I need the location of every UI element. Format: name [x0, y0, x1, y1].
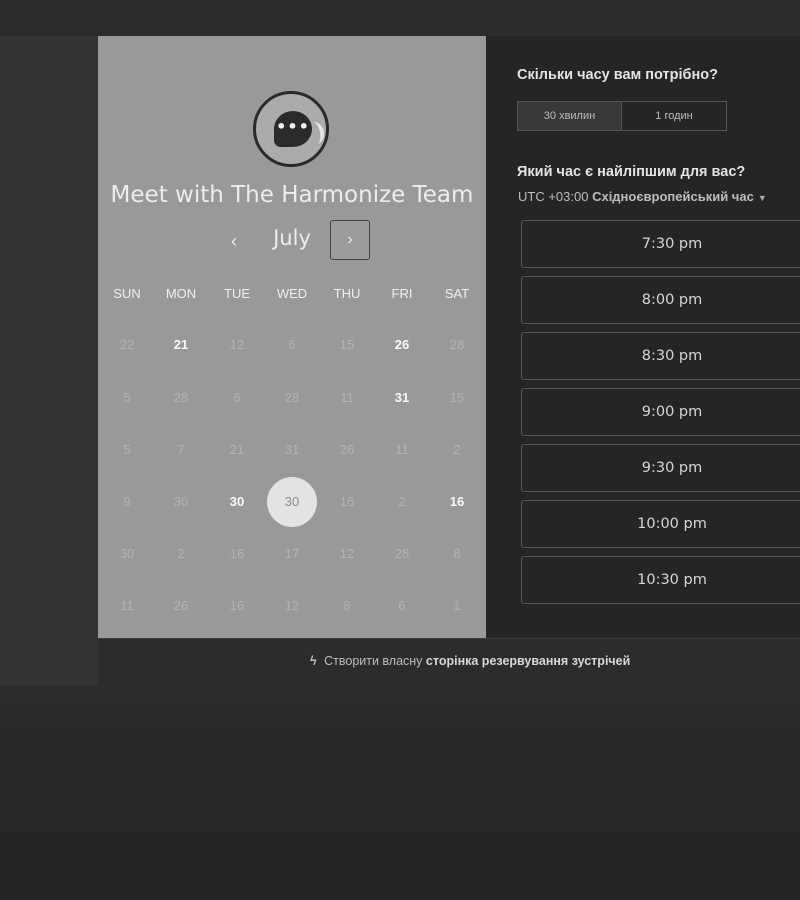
time-slot-button[interactable]: 7:30 pm: [521, 220, 800, 268]
available-day[interactable]: 31: [377, 373, 427, 423]
unavailable-day: 11: [340, 390, 354, 405]
unavailable-day: 1: [453, 598, 461, 613]
timezone-offset: UTC +03:00: [518, 189, 589, 204]
time-slot-label: 8:00 pm: [641, 292, 703, 308]
page-backdrop-bottom: [0, 686, 800, 900]
footer-text: ϟ Створити власну сторінка резервування …: [310, 654, 630, 668]
time-slot-label: 10:30 pm: [637, 572, 707, 588]
calendar-panel: ••• Meet with The Harmonize Team ‹ July …: [98, 36, 486, 638]
weekday-header: SUN: [113, 286, 141, 301]
time-slot-button[interactable]: 9:00 pm: [521, 388, 800, 436]
chevron-left-icon[interactable]: ‹: [222, 227, 246, 255]
unavailable-day: 12: [339, 546, 355, 561]
unavailable-day: 6: [398, 598, 406, 613]
ellipsis-icon: •••: [276, 117, 310, 136]
unavailable-day: 2: [453, 442, 461, 457]
unavailable-day: 28: [284, 390, 300, 405]
weekday-header: THU: [333, 286, 361, 301]
timezone-name: Східноєвропейський час: [592, 189, 754, 204]
team-logo: •••: [253, 91, 329, 167]
unavailable-day: 17: [284, 546, 300, 561]
page-backdrop-left: [0, 36, 98, 686]
unavailable-day: 21: [229, 442, 245, 457]
unavailable-day: 7: [177, 442, 185, 457]
meeting-title: Meet with The Harmonize Team: [110, 182, 474, 208]
weekday-header: TUE: [224, 286, 250, 301]
footer-prefix: Створити власну: [324, 654, 423, 668]
weekday-header: FRI: [391, 286, 413, 301]
unavailable-day: 30: [173, 494, 189, 509]
duration-30-min-button[interactable]: 30 хвилин: [517, 101, 622, 131]
meeting-scheduler-widget: ••• Meet with The Harmonize Team ‹ July …: [98, 36, 800, 686]
time-slot-button[interactable]: 10:00 pm: [521, 500, 800, 548]
time-question: Який час є найліпшим для вас?: [517, 164, 746, 180]
unavailable-day: 11: [120, 598, 134, 613]
time-slot-button[interactable]: 10:30 pm: [521, 556, 800, 604]
unavailable-day: 22: [119, 337, 135, 352]
weekday-header: SAT: [444, 286, 470, 301]
unavailable-day: 6: [288, 337, 296, 352]
selected-day[interactable]: 30: [267, 477, 317, 527]
booking-panel: Скільки часу вам потрібно? 30 хвилин 1 г…: [486, 36, 800, 638]
duration-question: Скільки часу вам потрібно?: [517, 67, 718, 83]
unavailable-day: 12: [229, 337, 245, 352]
unavailable-day: 2: [177, 546, 185, 561]
create-booking-page-link[interactable]: сторінка резервування зустрічей: [426, 654, 630, 668]
unavailable-day: 8: [453, 546, 461, 561]
time-slot-label: 9:30 pm: [641, 460, 703, 476]
unavailable-day: 6: [233, 390, 241, 405]
unavailable-day: 2: [398, 494, 406, 509]
unavailable-day: 5: [123, 390, 131, 405]
unavailable-day: 11: [395, 442, 409, 457]
time-slot-button[interactable]: 9:30 pm: [521, 444, 800, 492]
hubspot-sprocket-icon: ϟ: [310, 654, 317, 668]
unavailable-day: 8: [343, 598, 351, 613]
available-day[interactable]: 21: [156, 320, 206, 370]
timezone-dropdown[interactable]: UTC +03:00 Східноєвропейський час ▼: [518, 189, 767, 204]
unavailable-day: 26: [173, 598, 189, 613]
time-slot-label: 9:00 pm: [641, 404, 703, 420]
available-day[interactable]: 16: [432, 477, 482, 527]
chevron-right-icon[interactable]: ›: [330, 220, 370, 260]
time-slot-label: 10:00 pm: [637, 516, 707, 532]
unavailable-day: 15: [449, 390, 465, 405]
unavailable-day: 28: [394, 546, 410, 561]
available-day[interactable]: 26: [377, 320, 427, 370]
available-day[interactable]: 30: [212, 477, 262, 527]
month-label: July: [273, 226, 311, 250]
footer: ϟ Створити власну сторінка резервування …: [98, 638, 800, 686]
unavailable-day: 26: [339, 442, 355, 457]
unavailable-day: 15: [339, 337, 355, 352]
caret-down-icon: ▼: [757, 193, 767, 203]
top-bar: [0, 0, 800, 36]
time-slot-label: 7:30 pm: [641, 236, 703, 252]
unavailable-day: 16: [229, 598, 245, 613]
unavailable-day: 16: [229, 546, 245, 561]
chat-bubble-icon: •••: [274, 111, 312, 147]
time-slot-label: 8:30 pm: [641, 348, 703, 364]
unavailable-day: 31: [284, 442, 300, 457]
unavailable-day: 16: [339, 494, 355, 509]
duration-1-hour-button[interactable]: 1 годин: [621, 101, 727, 131]
weekday-header: MON: [165, 286, 197, 301]
unavailable-day: 28: [173, 390, 189, 405]
time-slot-button[interactable]: 8:30 pm: [521, 332, 800, 380]
unavailable-day: 5: [123, 442, 131, 457]
time-slot-button[interactable]: 8:00 pm: [521, 276, 800, 324]
unavailable-day: 28: [449, 337, 465, 352]
unavailable-day: 12: [284, 598, 300, 613]
unavailable-day: 30: [119, 546, 135, 561]
unavailable-day: 9: [123, 494, 131, 509]
weekday-header: WED: [276, 286, 308, 301]
